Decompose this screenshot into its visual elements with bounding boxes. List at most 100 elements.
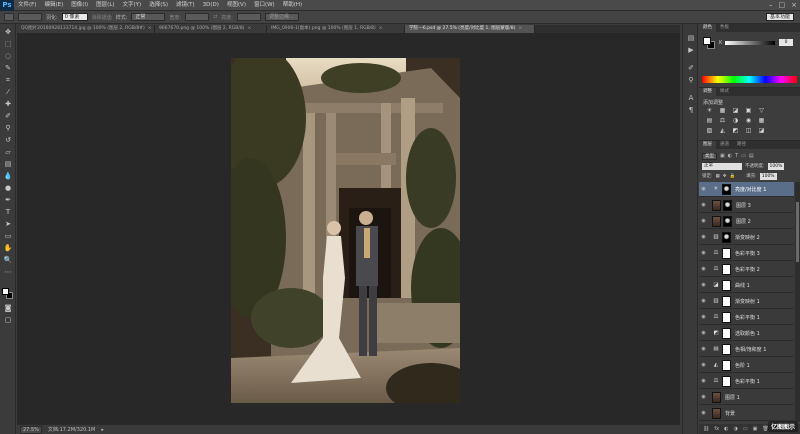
adjustment-layer-icon[interactable]: ☀ <box>712 185 720 193</box>
adjustment-layer-icon[interactable]: ⚖ <box>712 313 720 321</box>
visibility-eye-icon[interactable]: ◉ <box>699 250 708 256</box>
menu-item[interactable]: 文字(Y) <box>119 0 146 11</box>
k-channel-slider[interactable] <box>725 41 775 45</box>
color-spectrum-bar[interactable] <box>702 76 797 83</box>
layer-row[interactable]: ◉ 图层 3 <box>699 198 794 213</box>
adjustment-icon[interactable]: ◉ <box>744 117 753 125</box>
visibility-eye-icon[interactable]: ◉ <box>699 186 708 192</box>
hand-tool-icon[interactable]: ✋ <box>3 244 13 253</box>
adjustment-icon[interactable]: ▧ <box>705 127 714 135</box>
extra-tools-icon[interactable]: ⋯ <box>3 268 13 277</box>
layer-mask-thumbnail[interactable] <box>722 311 731 323</box>
tab-color[interactable]: 颜色 <box>699 24 716 32</box>
adjustment-layer-icon[interactable]: ◪ <box>712 281 720 289</box>
layer-name[interactable]: 亮度/对比度 1 <box>735 186 766 193</box>
width-input[interactable] <box>185 13 210 21</box>
adjustment-icon[interactable]: ▤ <box>705 117 714 125</box>
adjustment-icon[interactable]: ◩ <box>731 127 740 135</box>
tab-adjustments[interactable]: 调整 <box>699 88 716 96</box>
layer-row[interactable]: ◉ ▥ 渐变映射 1 <box>699 294 794 309</box>
filter-shape-icon[interactable]: ▭ <box>741 153 746 159</box>
paragraph-panel-icon[interactable]: ¶ <box>686 106 696 115</box>
clone-source-icon[interactable]: ⚲ <box>686 76 696 85</box>
status-arrow-icon[interactable]: ▸ <box>101 427 104 433</box>
layer-name[interactable]: 色相/饱和度 1 <box>735 346 766 353</box>
healing-brush-tool-icon[interactable]: ✚ <box>3 100 13 109</box>
layer-row[interactable]: ◉ 图层 1 <box>699 390 794 405</box>
pen-tool-icon[interactable]: ✒ <box>3 196 13 205</box>
layer-row[interactable]: ◉ ☀ 亮度/对比度 1 <box>699 182 794 197</box>
layer-row[interactable]: ◉ ⚖ 色彩平衡 1 <box>699 310 794 325</box>
marquee-tool-icon[interactable]: ⬚ <box>3 40 13 49</box>
layer-name[interactable]: 色彩平衡 3 <box>735 250 760 257</box>
refine-edge-button[interactable]: 调整边缘... <box>264 13 299 21</box>
filter-smart-icon[interactable]: ▤ <box>749 153 754 159</box>
adjustment-layer-icon[interactable]: ◩ <box>712 329 720 337</box>
document-tab[interactable]: QQ图片20160928133714.jpg @ 100% (图层 2, RGB… <box>17 25 155 33</box>
marquee-tool-preset[interactable] <box>4 13 14 21</box>
type-tool-icon[interactable]: T <box>3 208 13 217</box>
layer-name[interactable]: 色彩平衡 2 <box>735 266 760 273</box>
visibility-eye-icon[interactable]: ◉ <box>699 346 708 352</box>
layer-name[interactable]: 图层 1 <box>725 394 740 401</box>
maximize-button[interactable]: □ <box>779 1 786 10</box>
blur-tool-icon[interactable]: 💧 <box>3 172 13 181</box>
visibility-eye-icon[interactable]: ◉ <box>699 202 708 208</box>
close-button[interactable]: × <box>791 1 797 10</box>
layer-mask-thumbnail[interactable] <box>723 215 732 227</box>
history-brush-tool-icon[interactable]: ↺ <box>3 136 13 145</box>
layer-name[interactable]: 图层 2 <box>736 218 751 225</box>
lock-position-icon[interactable]: ✥ <box>723 174 727 179</box>
adjustment-layer-icon[interactable]: ⚖ <box>712 377 720 385</box>
layer-thumbnail[interactable] <box>712 407 721 419</box>
adjustment-icon[interactable]: ◑ <box>731 117 740 125</box>
adjustment-icon[interactable]: ▣ <box>744 107 753 115</box>
adjustment-icon[interactable]: ◪ <box>731 107 740 115</box>
close-tab-icon[interactable]: × <box>518 26 522 31</box>
quick-mask-icon[interactable]: ◙ <box>3 304 13 313</box>
adjustment-layer-icon[interactable]: ◭ <box>712 361 720 369</box>
menu-item[interactable]: 图层(L) <box>92 0 118 11</box>
tab-paths[interactable]: 路径 <box>733 141 750 149</box>
filter-type-icon[interactable]: T <box>735 153 738 159</box>
path-select-tool-icon[interactable]: ➤ <box>3 220 13 229</box>
crop-tool-icon[interactable]: ⌗ <box>3 76 13 85</box>
layer-row[interactable]: ◉ ⚖ 色彩平衡 3 <box>699 246 794 261</box>
document-tab-active[interactable]: 学院---6.psd @ 27.5% (亮度/对比度 1, 图层蒙版/8) × <box>405 25 535 33</box>
character-panel-icon[interactable]: A <box>686 94 696 103</box>
layer-mask-thumbnail[interactable] <box>722 247 731 259</box>
layer-thumbnail[interactable] <box>712 391 721 403</box>
shape-tool-icon[interactable]: ▭ <box>3 232 13 241</box>
clone-stamp-tool-icon[interactable]: ⚲ <box>3 124 13 133</box>
adjustment-icon[interactable]: ▦ <box>757 117 766 125</box>
layer-name[interactable]: 色彩平衡 1 <box>735 378 760 385</box>
layer-mask-thumbnail[interactable] <box>722 279 731 291</box>
menu-item[interactable]: 窗口(W) <box>250 0 279 11</box>
adjustment-icon[interactable]: ▽ <box>757 107 766 115</box>
foreground-color-swatch[interactable] <box>2 288 9 295</box>
tab-styles[interactable]: 样式 <box>716 88 733 96</box>
eyedropper-tool-icon[interactable]: ⁄ <box>3 88 13 97</box>
zoom-level[interactable]: 27.5% <box>20 425 42 434</box>
layer-row[interactable]: ◉ 图层 2 <box>699 214 794 229</box>
visibility-eye-icon[interactable]: ◉ <box>699 314 708 320</box>
layers-footer-icon[interactable]: ◑ <box>733 426 737 432</box>
screen-mode-icon[interactable]: ▢ <box>3 316 13 325</box>
actions-panel-icon[interactable]: ▶ <box>686 46 696 55</box>
layer-mask-thumbnail[interactable] <box>722 359 731 371</box>
tab-channels[interactable]: 通道 <box>716 141 733 149</box>
layer-thumbnail[interactable] <box>712 215 721 227</box>
layer-row[interactable]: ◉ ◩ 选取颜色 1 <box>699 326 794 341</box>
document-canvas-photo[interactable] <box>231 58 460 403</box>
layer-row[interactable]: ◉ 背景 <box>699 406 794 421</box>
layer-mask-thumbnail[interactable] <box>722 327 731 339</box>
fill-input[interactable]: 100% <box>759 172 777 180</box>
visibility-eye-icon[interactable]: ◉ <box>699 266 708 272</box>
close-tab-icon[interactable]: × <box>148 26 152 31</box>
layer-row[interactable]: ◉ ▥ 渐变映射 2 <box>699 230 794 245</box>
layers-scroll-thumb[interactable] <box>796 202 799 262</box>
blend-mode-select[interactable]: 正常 <box>702 162 742 170</box>
dodge-tool-icon[interactable]: ● <box>3 184 13 193</box>
adjustment-icon[interactable]: ⚖ <box>718 117 727 125</box>
layer-name[interactable]: 图层 3 <box>736 202 751 209</box>
